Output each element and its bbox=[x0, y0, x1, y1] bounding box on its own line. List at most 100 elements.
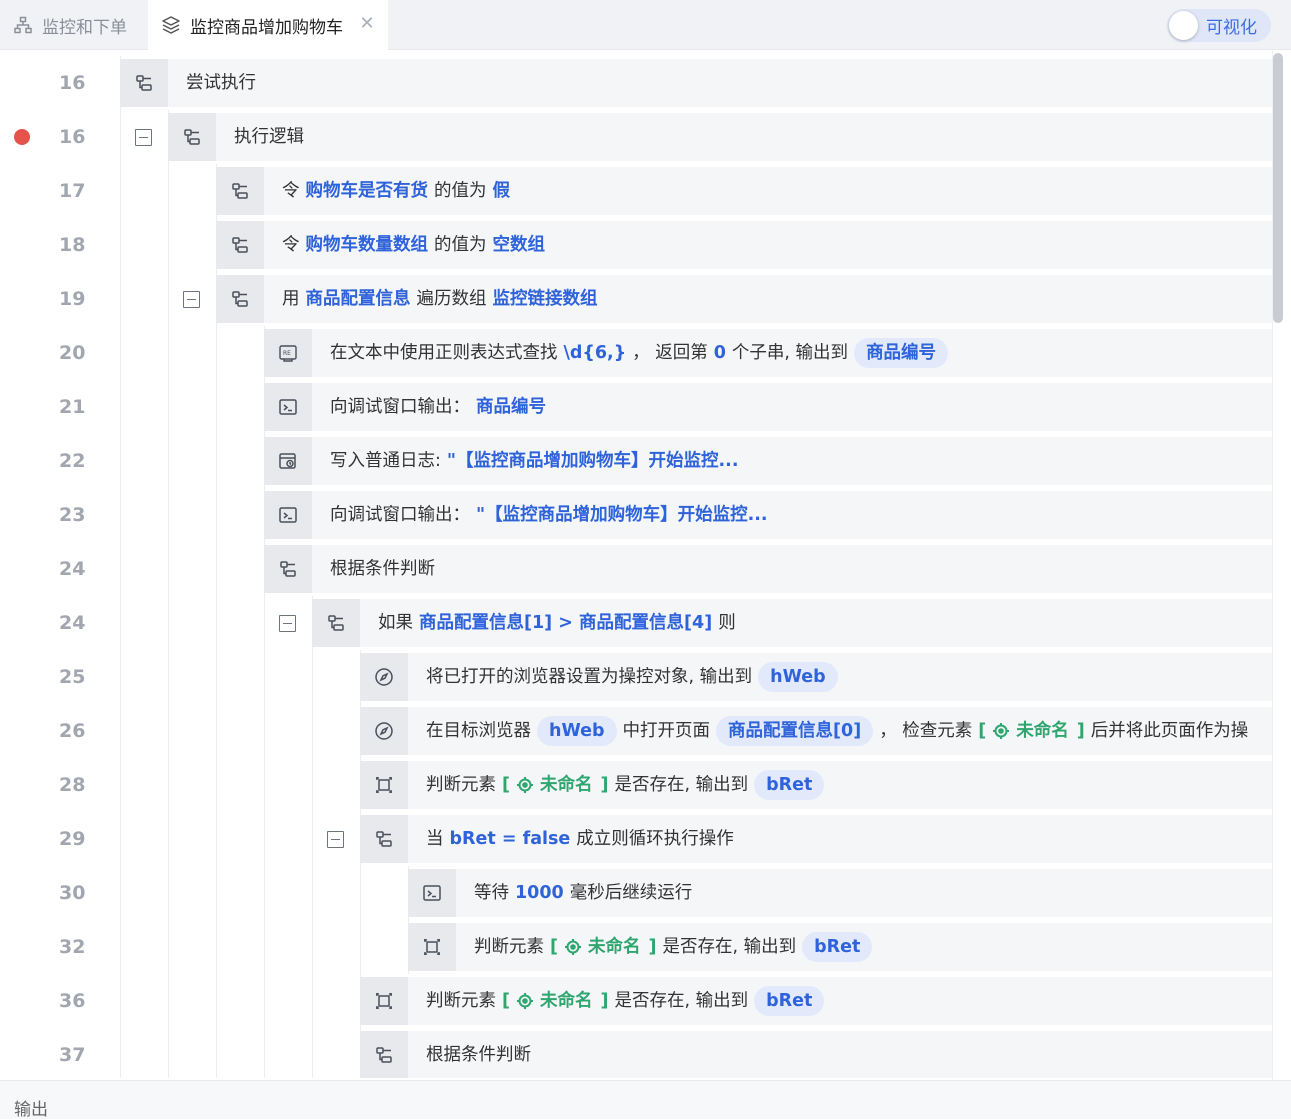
code-row[interactable]: 26 在目标浏览器 hWeb 中打开页面 商品配置信息[0]， 检查元素[未命名] 后并将… bbox=[0, 704, 1272, 758]
breakpoint-dot[interactable] bbox=[14, 129, 30, 145]
terminal-icon bbox=[264, 383, 312, 431]
statement-block[interactable]: 写入普通日志: "【监控商品增加购物车】开始监控... bbox=[264, 437, 1272, 485]
code-row[interactable]: 20 RE 在文本中使用正则表达式查找 \d{6,}， 返回第 0 个子串, 输出到 商品编… bbox=[0, 326, 1272, 380]
indent-guide bbox=[360, 866, 361, 920]
statement-block[interactable]: 在目标浏览器 hWeb 中打开页面 商品配置信息[0]， 检查元素[未命名] 后并将此页… bbox=[360, 707, 1272, 755]
statement-block[interactable]: 根据条件判断 bbox=[264, 545, 1272, 593]
terminal-icon bbox=[264, 491, 312, 539]
target-icon bbox=[510, 776, 540, 794]
statement-block[interactable]: 向调试窗口输出： "【监控商品增加购物车】开始监控... bbox=[264, 491, 1272, 539]
statement-block[interactable]: 尝试执行 bbox=[120, 59, 1272, 107]
code-row[interactable]: 16 尝试执行 bbox=[0, 56, 1272, 110]
close-icon[interactable]: ✕ bbox=[358, 15, 376, 33]
statement-block[interactable]: 将已打开的浏览器设置为操控对象, 输出到 hWeb bbox=[360, 653, 1272, 701]
code-row[interactable]: 24 如果 商品配置信息[1] > 商品配置信息[4] 则 bbox=[0, 596, 1272, 650]
statement-block[interactable]: 当 bRet = false 成立则循环执行操作 bbox=[360, 815, 1272, 863]
statement-block[interactable]: 令购物车数量数组 的值为 空数组 bbox=[216, 221, 1272, 269]
target-element-token[interactable]: [未命名] bbox=[502, 761, 609, 809]
variable-token[interactable]: 监控链接数组 bbox=[493, 275, 598, 323]
scrollbar-thumb[interactable] bbox=[1273, 53, 1283, 323]
output-variable-pill[interactable]: hWeb bbox=[537, 716, 617, 746]
statement-label: 当 bbox=[426, 829, 444, 849]
statement-label: 根据条件判断 bbox=[426, 1045, 531, 1065]
variable-token[interactable]: "【监控商品增加购物车】开始监控... bbox=[476, 491, 768, 539]
output-variable-pill[interactable]: hWeb bbox=[758, 662, 838, 692]
indent-guide bbox=[120, 380, 121, 434]
variable-token[interactable]: 0 bbox=[714, 329, 726, 377]
indent-guide bbox=[216, 596, 217, 650]
variable-token[interactable]: 1000 bbox=[515, 869, 564, 917]
code-row[interactable]: 25 将已打开的浏览器设置为操控对象, 输出到 hWeb bbox=[0, 650, 1272, 704]
collapse-toggle-icon[interactable] bbox=[279, 615, 296, 632]
compass-icon bbox=[360, 653, 408, 701]
code-row[interactable]: 36 判断元素 [未命名] 是否存在, 输出到 bRet bbox=[0, 974, 1272, 1028]
statement-label: 根据条件判断 bbox=[330, 559, 435, 579]
statement-block[interactable]: 如果 商品配置信息[1] > 商品配置信息[4] 则 bbox=[312, 599, 1272, 647]
tab-monitor-add-cart[interactable]: 监控商品增加购物车 ✕ bbox=[148, 0, 388, 50]
indent-guide bbox=[216, 866, 217, 920]
target-element-token[interactable]: [未命名] bbox=[550, 923, 657, 971]
output-variable-pill[interactable]: bRet bbox=[754, 770, 825, 800]
target-element-token[interactable]: [未命名] bbox=[978, 707, 1085, 755]
code-row[interactable]: 32 判断元素 [未命名] 是否存在, 输出到 bRet bbox=[0, 920, 1272, 974]
variable-token[interactable]: \d{6,} bbox=[564, 329, 627, 377]
code-row[interactable]: 23 向调试窗口输出： "【监控商品增加购物车】开始监控... bbox=[0, 488, 1272, 542]
element-icon bbox=[360, 761, 408, 809]
target-name: 未命名 bbox=[1016, 721, 1069, 741]
output-variable-pill[interactable]: 商品配置信息[0] bbox=[716, 716, 874, 746]
indent-guide bbox=[168, 380, 169, 434]
statement-text: 向调试窗口输出： "【监控商品增加购物车】开始监控... bbox=[330, 491, 774, 539]
branch-icon bbox=[360, 815, 408, 863]
code-row[interactable]: 21 向调试窗口输出： 商品编号 bbox=[0, 380, 1272, 434]
statement-block[interactable]: 令购物车是否有货 的值为假 bbox=[216, 167, 1272, 215]
variable-token[interactable]: 假 bbox=[493, 167, 511, 215]
line-number: 24 bbox=[59, 558, 86, 580]
code-row[interactable]: 37 根据条件判断 bbox=[0, 1028, 1272, 1078]
variable-token[interactable]: 商品编号 bbox=[476, 383, 546, 431]
output-variable-pill[interactable]: bRet bbox=[802, 932, 873, 962]
bracket: [ bbox=[978, 721, 987, 741]
collapse-toggle-icon[interactable] bbox=[183, 291, 200, 308]
code-row[interactable]: 28 判断元素 [未命名] 是否存在, 输出到 bRet bbox=[0, 758, 1272, 812]
statement-label: 后并将此页面作为操 bbox=[1090, 721, 1249, 741]
code-row[interactable]: 19 用商品配置信息 遍历数组 监控链接数组 bbox=[0, 272, 1272, 326]
statement-block[interactable]: 判断元素 [未命名] 是否存在, 输出到 bRet bbox=[408, 923, 1272, 971]
variable-token[interactable]: bRet = false bbox=[450, 815, 571, 863]
indent-guide bbox=[168, 164, 169, 218]
bracket: ] bbox=[600, 991, 609, 1011]
statement-block[interactable]: 等待 1000 毫秒后继续运行 bbox=[408, 869, 1272, 917]
collapse-toggle-icon[interactable] bbox=[327, 831, 344, 848]
code-row[interactable]: 17 令购物车是否有货 的值为假 bbox=[0, 164, 1272, 218]
code-row[interactable]: 22 写入普通日志: "【监控商品增加购物车】开始监控... bbox=[0, 434, 1272, 488]
code-row[interactable]: 18 令购物车数量数组 的值为 空数组 bbox=[0, 218, 1272, 272]
statement-block[interactable]: 根据条件判断 bbox=[360, 1031, 1272, 1078]
target-icon bbox=[986, 722, 1016, 740]
variable-token[interactable]: 购物车数量数组 bbox=[306, 221, 429, 269]
tab-monitor-and-order[interactable]: 监控和下单 bbox=[0, 0, 148, 50]
output-panel[interactable]: 输出 bbox=[0, 1080, 1291, 1120]
indent-guide bbox=[120, 110, 121, 164]
statement-block[interactable]: 用商品配置信息 遍历数组 监控链接数组 bbox=[216, 275, 1272, 323]
statement-block[interactable]: 执行逻辑 bbox=[168, 113, 1272, 161]
statement-block[interactable]: 判断元素 [未命名] 是否存在, 输出到 bRet bbox=[360, 761, 1272, 809]
statement-block[interactable]: 向调试窗口输出： 商品编号 bbox=[264, 383, 1272, 431]
output-variable-pill[interactable]: 商品编号 bbox=[854, 338, 949, 368]
visualize-toggle[interactable]: 可视化 bbox=[1167, 9, 1271, 42]
code-row[interactable]: 29 当 bRet = false 成立则循环执行操作 bbox=[0, 812, 1272, 866]
statement-block[interactable]: 判断元素 [未命名] 是否存在, 输出到 bRet bbox=[360, 977, 1272, 1025]
collapse-toggle-icon[interactable] bbox=[135, 129, 152, 146]
variable-token[interactable]: 商品配置信息 bbox=[306, 275, 411, 323]
indent-guide bbox=[264, 1028, 265, 1078]
variable-token[interactable]: 购物车是否有货 bbox=[306, 167, 429, 215]
variable-token[interactable]: 商品配置信息[1] > 商品配置信息[4] bbox=[419, 599, 712, 647]
target-element-token[interactable]: [未命名] bbox=[502, 977, 609, 1025]
statement-label: 令 bbox=[282, 235, 300, 255]
output-variable-pill[interactable]: bRet bbox=[754, 986, 825, 1016]
indent-guide bbox=[216, 542, 217, 596]
code-row[interactable]: 16 执行逻辑 bbox=[0, 110, 1272, 164]
code-row[interactable]: 24 根据条件判断 bbox=[0, 542, 1272, 596]
variable-token[interactable]: 空数组 bbox=[493, 221, 546, 269]
variable-token[interactable]: "【监控商品增加购物车】开始监控... bbox=[447, 437, 739, 485]
statement-block[interactable]: RE 在文本中使用正则表达式查找 \d{6,}， 返回第 0 个子串, 输出到 商品编号 bbox=[264, 329, 1272, 377]
code-row[interactable]: 30 等待 1000 毫秒后继续运行 bbox=[0, 866, 1272, 920]
